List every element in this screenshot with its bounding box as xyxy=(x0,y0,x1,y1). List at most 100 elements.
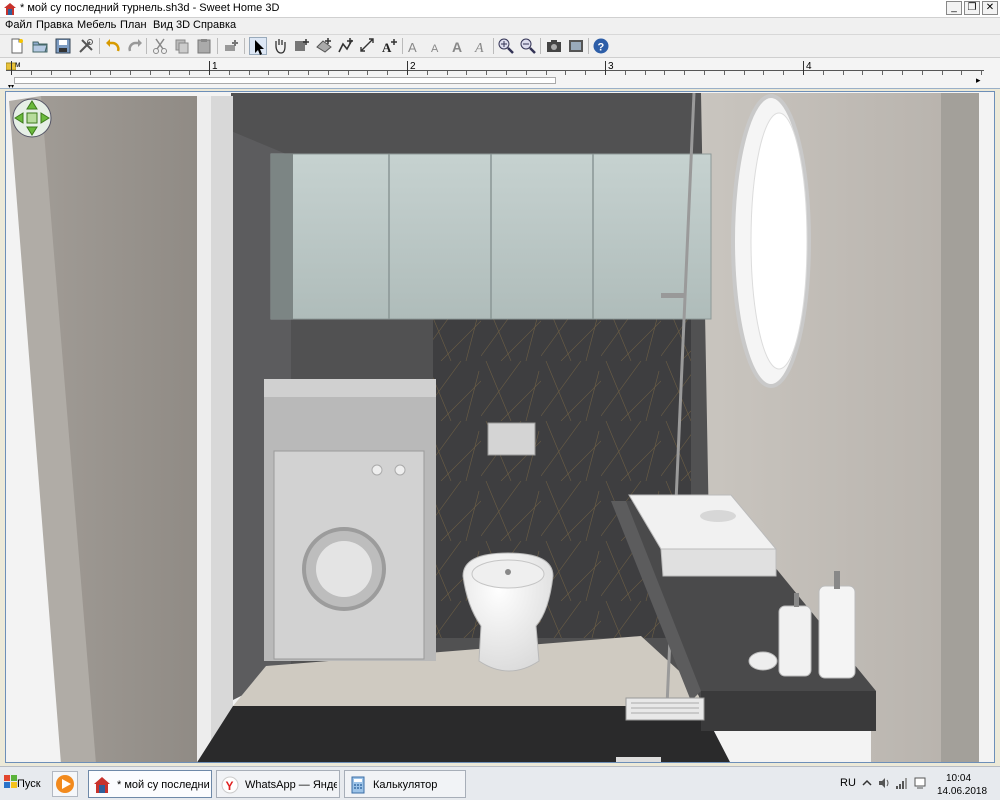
ruler-minor-tick xyxy=(189,71,191,75)
ruler-minor-tick xyxy=(110,71,111,75)
ruler-major-tick xyxy=(605,61,606,75)
ruler-minor-tick xyxy=(169,71,171,75)
windows-logo-icon xyxy=(4,775,17,788)
svg-text:A: A xyxy=(408,40,417,55)
scroll-right-icon[interactable]: ▸ xyxy=(976,75,986,85)
menu-edit[interactable]: Правка xyxy=(36,19,73,31)
ruler-minor-tick xyxy=(842,71,844,75)
ruler-minor-tick xyxy=(308,71,309,75)
ruler-minor-tick xyxy=(327,71,329,75)
pan-mode-icon[interactable] xyxy=(271,37,289,55)
ruler-minor-tick xyxy=(684,71,686,75)
italic-text-icon[interactable]: A xyxy=(472,37,490,55)
copy-icon[interactable] xyxy=(173,37,191,55)
ruler-minor-tick xyxy=(783,71,785,75)
navigation-arrows-icon[interactable] xyxy=(12,98,52,138)
ruler-minor-tick xyxy=(506,71,507,75)
create-polylines-icon[interactable] xyxy=(337,37,355,55)
svg-text:A: A xyxy=(382,40,392,55)
create-rooms-icon[interactable] xyxy=(315,37,333,55)
help-icon[interactable]: ? xyxy=(592,37,610,55)
select-mode-icon[interactable] xyxy=(249,37,267,55)
clock-date[interactable]: 14.06.2018 xyxy=(937,786,987,797)
bathroom-3d-render xyxy=(6,92,994,762)
ruler-unit: м xyxy=(15,60,21,69)
ruler-minor-tick xyxy=(426,71,428,75)
create-photo-icon[interactable] xyxy=(545,37,563,55)
start-button[interactable]: Пуск xyxy=(2,771,42,797)
create-walls-icon[interactable] xyxy=(293,37,311,55)
ruler-minor-tick xyxy=(862,71,864,75)
sweet-home-3d-icon xyxy=(94,777,110,793)
open-icon[interactable] xyxy=(31,37,49,55)
bold-text-icon[interactable]: A xyxy=(450,37,468,55)
ruler-minor-tick xyxy=(149,71,151,75)
restore-button[interactable]: ❐ xyxy=(964,1,980,15)
menu-plan[interactable]: План xyxy=(120,19,147,31)
chevron-up-icon[interactable] xyxy=(860,776,874,790)
cut-icon[interactable] xyxy=(151,37,169,55)
task-calculator[interactable]: Калькулятор xyxy=(344,770,466,798)
task-sweet-home-3d[interactable]: * мой су последни... xyxy=(88,770,212,798)
sweet-home-3d-app-icon xyxy=(4,3,16,15)
menu-file[interactable]: Файл xyxy=(5,19,32,31)
decrease-text-icon[interactable]: A xyxy=(428,37,446,55)
paste-icon[interactable] xyxy=(195,37,213,55)
plan-scrollbar[interactable] xyxy=(14,77,556,84)
language-indicator[interactable]: RU xyxy=(840,777,856,789)
clock-time[interactable]: 10:04 xyxy=(946,773,971,784)
ruler-minor-tick xyxy=(822,71,824,75)
3d-view[interactable] xyxy=(5,91,995,763)
ruler-label-1: 1 xyxy=(212,61,218,72)
add-furniture-icon[interactable] xyxy=(222,37,240,55)
ruler-label-2: 2 xyxy=(410,61,416,72)
ruler-major-tick xyxy=(407,61,408,75)
action-center-icon[interactable] xyxy=(913,776,927,790)
taskbar: Пуск * мой су последни... Y WhatsApp — Я… xyxy=(0,766,1000,800)
ruler-minor-tick xyxy=(367,71,369,75)
ruler-minor-tick xyxy=(268,71,270,75)
title-bar: * мой су последний турнель.sh3d - Sweet … xyxy=(0,0,1000,18)
ruler-minor-tick xyxy=(921,71,923,75)
save-icon[interactable] xyxy=(54,37,72,55)
start-label: Пуск xyxy=(17,778,41,790)
ruler-minor-tick xyxy=(129,71,131,75)
scroll-down-icon[interactable]: ▾▾ xyxy=(8,83,14,90)
ruler-major-tick xyxy=(209,61,210,75)
svg-text:A: A xyxy=(452,39,462,55)
menu-furniture[interactable]: Мебель xyxy=(77,19,116,31)
minimize-button[interactable]: _ xyxy=(946,1,962,15)
ruler-major-tick xyxy=(803,61,804,75)
ruler-major-tick xyxy=(11,61,12,75)
task-label: Калькулятор xyxy=(373,779,438,791)
svg-text:Y: Y xyxy=(226,779,234,793)
undo-icon[interactable] xyxy=(104,37,122,55)
plan-ruler[interactable]: м 1 2 3 4 ▸ ▾▾ xyxy=(0,58,1000,90)
redo-icon[interactable] xyxy=(126,37,144,55)
ruler-minor-tick xyxy=(743,71,745,75)
task-label: * мой су последни... xyxy=(117,779,209,791)
increase-text-icon[interactable]: A xyxy=(406,37,424,55)
add-text-icon[interactable]: A xyxy=(381,37,399,55)
create-dimensions-icon[interactable] xyxy=(359,37,377,55)
menu-3d-view[interactable]: Вид 3D xyxy=(153,19,190,31)
zoom-in-icon[interactable] xyxy=(497,37,515,55)
new-icon[interactable] xyxy=(8,37,26,55)
preferences-icon[interactable] xyxy=(77,37,95,55)
menu-bar: Файл Правка Мебель План Вид 3D Справка xyxy=(0,18,1000,35)
media-player-quicklaunch[interactable] xyxy=(52,771,78,797)
ruler-minor-tick xyxy=(565,71,567,75)
create-video-icon[interactable] xyxy=(567,37,585,55)
svg-text:?: ? xyxy=(598,42,605,54)
zoom-out-icon[interactable] xyxy=(519,37,537,55)
task-whatsapp-yandex[interactable]: Y WhatsApp — Яндек... xyxy=(216,770,340,798)
ruler-minor-tick xyxy=(70,71,72,75)
network-signal-icon[interactable] xyxy=(895,776,909,790)
ruler-minor-tick xyxy=(902,71,903,75)
close-button[interactable]: ✕ xyxy=(982,1,998,15)
ruler-minor-tick xyxy=(288,71,290,75)
menu-help[interactable]: Справка xyxy=(193,19,236,31)
volume-icon[interactable] xyxy=(877,776,891,790)
ruler-minor-tick xyxy=(30,71,32,75)
ruler-minor-tick xyxy=(228,71,230,75)
